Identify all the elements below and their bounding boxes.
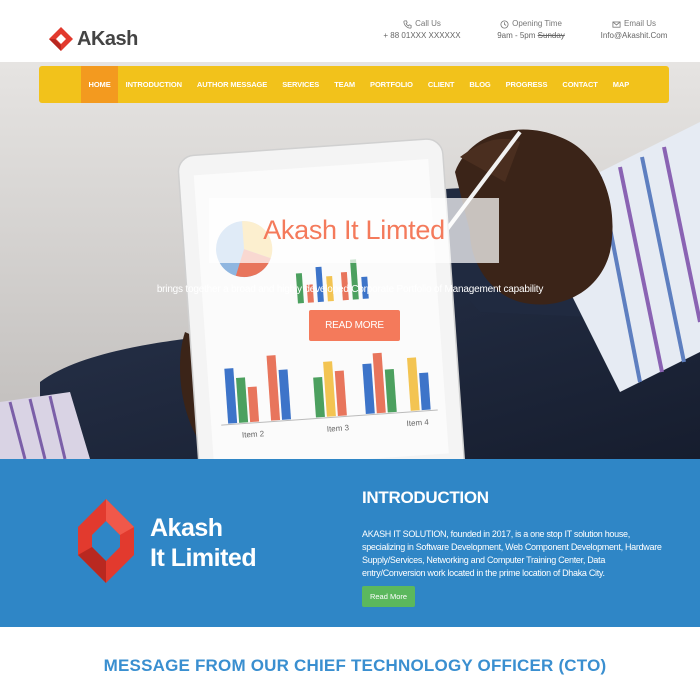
nav-team[interactable]: TEAM <box>327 66 363 103</box>
introduction-heading: INTRODUCTION <box>362 488 489 507</box>
company-logo-icon <box>78 499 134 583</box>
cto-heading: MESSAGE FROM OUR CHIEF TECHNOLOGY OFFICE… <box>103 656 607 675</box>
call-us-number[interactable]: + 88 01XXX XXXXXX <box>378 30 466 42</box>
nav-contact[interactable]: CONTACT <box>555 66 605 103</box>
nav-introduction[interactable]: INTRODUCTION <box>118 66 189 103</box>
nav-services[interactable]: SERVICES <box>275 66 327 103</box>
opening-time-label: Opening Time <box>512 19 562 28</box>
email-us-label: Email Us <box>623 19 656 28</box>
main-nav: HOME INTRODUCTION AUTHOR MESSAGE SERVICE… <box>39 66 669 103</box>
opening-time-value: 9am - 5pm Sunday <box>497 31 565 40</box>
tablet <box>177 138 466 459</box>
email-us-block: Email Us Info@Akashit.Com <box>592 18 676 42</box>
hero-title: Akash It Limted <box>263 215 445 245</box>
nav-map[interactable]: MAP <box>605 66 636 103</box>
nav-author-message[interactable]: AUTHOR MESSAGE <box>189 66 274 103</box>
top-header: AKash Call Us + 88 01XXX XXXXXX Opening … <box>0 0 700 62</box>
introduction-body: AKASH IT SOLUTION, founded in 2017, is a… <box>362 529 662 578</box>
nav-progress[interactable]: PROGRESS <box>498 66 555 103</box>
call-us-block: Call Us + 88 01XXX XXXXXX <box>378 18 466 42</box>
nav-home[interactable]: HOME <box>81 66 119 103</box>
mail-icon <box>612 21 621 28</box>
clock-icon <box>500 19 509 29</box>
hero-read-more-button[interactable]: READ MORE <box>309 310 400 341</box>
hero-subtitle: brings together a broad and highly devel… <box>156 284 544 295</box>
logo-line-2: It Limited <box>150 544 257 572</box>
nav-portfolio[interactable]: PORTFOLIO <box>363 66 421 103</box>
opening-time-block: Opening Time 9am - 5pm Sunday <box>478 18 584 42</box>
logo-line-1: Akash <box>150 514 223 542</box>
logo-mark-icon <box>49 27 73 51</box>
email-address[interactable]: Info@Akashit.Com <box>592 30 676 42</box>
closed-day: Sunday <box>537 31 565 40</box>
intro-read-more-button[interactable]: Read More <box>362 586 415 607</box>
tablet-label-item4: Item 4 <box>406 418 429 429</box>
nav-client[interactable]: CLIENT <box>420 66 461 103</box>
brand-name: AKash <box>77 27 138 50</box>
company-logo-text: Akash It Limited <box>150 513 257 573</box>
brand-logo[interactable]: AKash <box>48 26 138 52</box>
phone-icon <box>403 19 412 29</box>
nav-blog[interactable]: BLOG <box>462 66 498 103</box>
tablet-label-item2: Item 2 <box>242 429 265 440</box>
call-us-label: Call Us <box>415 19 441 28</box>
tablet-label-item3: Item 3 <box>326 423 349 434</box>
hero-title-box: Akash It Limted <box>209 198 499 263</box>
